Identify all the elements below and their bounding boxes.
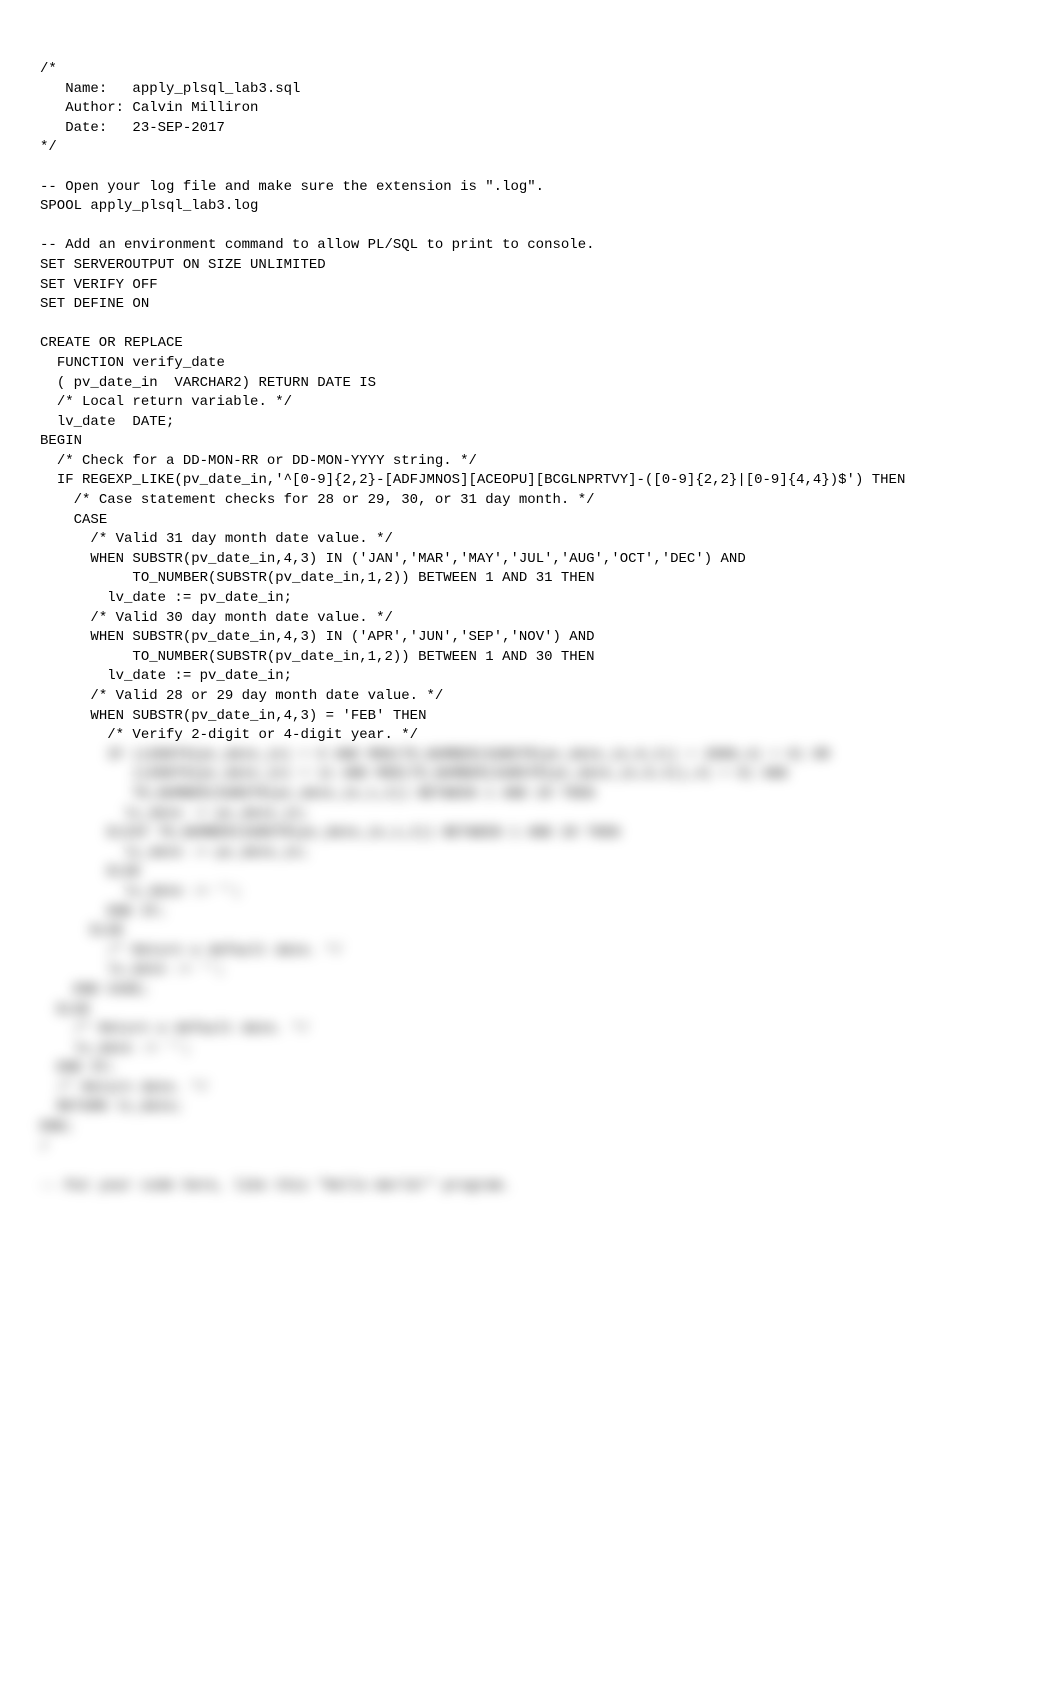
code-line: /* Return a default date. */ <box>40 1021 309 1037</box>
code-line: IF REGEXP_LIKE(pv_date_in,'^[0-9]{2,2}-[… <box>40 472 905 488</box>
code-line: END; <box>40 1119 74 1135</box>
code-line: ELSE <box>40 1002 90 1018</box>
code-line: SET SERVEROUTPUT ON SIZE UNLIMITED <box>40 257 326 273</box>
code-line: SPOOL apply_plsql_lab3.log <box>40 198 258 214</box>
code-block: /* Name: apply_plsql_lab3.sql Author: Ca… <box>40 60 1022 1196</box>
code-line: END IF; <box>40 1060 116 1076</box>
code-line: /* Valid 31 day month date value. */ <box>40 531 393 547</box>
code-line: CASE <box>40 512 107 528</box>
code-line: /* Name: apply_plsql_lab3.sql Author: Ca… <box>40 61 300 155</box>
code-line: lv_date := ''; <box>40 1041 191 1057</box>
code-line: END CASE; <box>40 982 149 998</box>
code-line: /* Valid 30 day month date value. */ <box>40 610 393 626</box>
code-line: TO_NUMBER(SUBSTR(pv_date_in,1,2)) BETWEE… <box>40 649 595 665</box>
code-line: /* Verify 2-digit or 4-digit year. */ <box>40 727 418 743</box>
code-line: lv_date DATE; <box>40 414 174 430</box>
code-line: -- Open your log file and make sure the … <box>40 179 544 195</box>
code-line: TO_NUMBER(SUBSTR(pv_date_in,1,2)) BETWEE… <box>40 570 595 586</box>
code-line: END IF; <box>40 904 166 920</box>
code-line: WHEN SUBSTR(pv_date_in,4,3) IN ('APR','J… <box>40 629 595 645</box>
code-line: ELSE <box>40 923 124 939</box>
code-line: SET VERIFY OFF <box>40 277 158 293</box>
code-line: /* Check for a DD-MON-RR or DD-MON-YYYY … <box>40 453 477 469</box>
code-line: ( pv_date_in VARCHAR2) RETURN DATE IS <box>40 375 376 391</box>
code-line: -- Add an environment command to allow P… <box>40 237 595 253</box>
code-line: lv_date := ''; <box>40 962 225 978</box>
code-line: lv_date := pv_date_in; <box>40 845 309 861</box>
code-line: BEGIN <box>40 433 82 449</box>
code-line: lv_date := pv_date_in; <box>40 668 292 684</box>
code-line: RETURN lv_date; <box>40 1099 183 1115</box>
code-line: TO_NUMBER(SUBSTR(pv_date_in,1,2)) BETWEE… <box>40 786 595 802</box>
code-line: IF (LENGTH(pv_date_in) = 9 AND MOD(TO_NU… <box>40 747 830 763</box>
code-line: /* Return a default date. */ <box>40 943 342 959</box>
code-line: CREATE OR REPLACE <box>40 335 183 351</box>
code-line: ELSE <box>40 864 141 880</box>
code-line: -- Put your code here, like this "Hello … <box>40 1178 510 1194</box>
code-line: /* Valid 28 or 29 day month date value. … <box>40 688 443 704</box>
code-line: lv_date := ''; <box>40 884 242 900</box>
code-line: ELSIF TO_NUMBER(SUBSTR(pv_date_in,1,2)) … <box>40 825 620 841</box>
code-line: lv_date := pv_date_in; <box>40 806 309 822</box>
code-line: (LENGTH(pv_date_in) = 11 AND MOD(TO_NUMB… <box>40 766 788 782</box>
code-line: WHEN SUBSTR(pv_date_in,4,3) IN ('JAN','M… <box>40 551 746 567</box>
code-line: WHEN SUBSTR(pv_date_in,4,3) = 'FEB' THEN <box>40 708 426 724</box>
blurred-code: IF (LENGTH(pv_date_in) = 9 AND MOD(TO_NU… <box>40 747 830 1194</box>
code-line: /* Local return variable. */ <box>40 394 292 410</box>
code-line: FUNCTION verify_date <box>40 355 225 371</box>
code-line: SET DEFINE ON <box>40 296 149 312</box>
code-line: /* Case statement checks for 28 or 29, 3… <box>40 492 595 508</box>
code-line: lv_date := pv_date_in; <box>40 590 292 606</box>
code-line: / <box>40 1139 48 1155</box>
code-line: /* Return date. */ <box>40 1080 208 1096</box>
